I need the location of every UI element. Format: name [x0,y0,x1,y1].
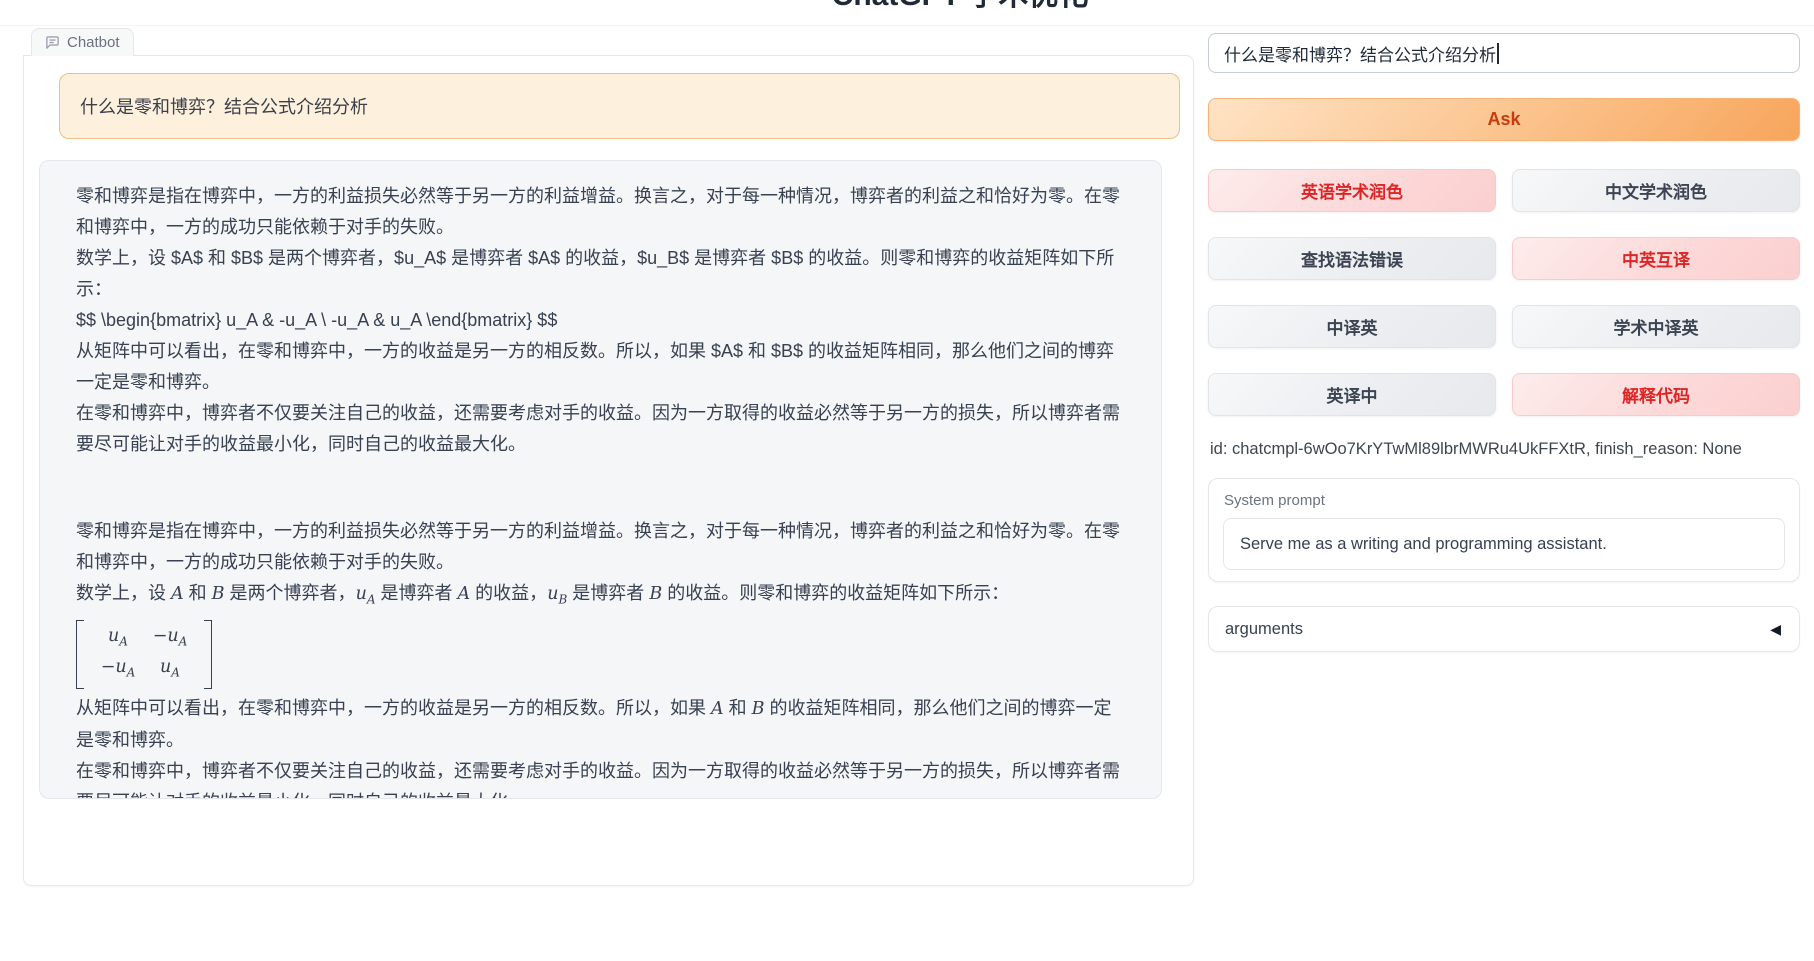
ask-button[interactable]: Ask [1208,98,1800,141]
chatbot-label-chip: Chatbot [31,28,134,56]
inline-math: uA [356,584,376,604]
chat-input-value: 什么是零和博弈？结合公式介绍分析 [1224,41,1496,66]
bot-message-line: 在零和博弈中，博弈者不仅要关注自己的收益，还需要考虑对手的收益。因为一方取得的收… [76,756,1125,800]
function-button[interactable]: 解释代码 [1512,373,1800,416]
top-divider [0,25,1814,26]
function-button-grid: 英语学术润色中文学术润色查找语法错误中英互译中译英学术中译英英译中解释代码 [1208,169,1800,416]
inline-math: A [458,584,471,604]
inline-math: B [752,699,765,719]
message-gap [76,460,1125,516]
matrix-row: −uA uA [92,654,196,686]
chat-input[interactable]: 什么是零和博弈？结合公式介绍分析 [1208,33,1800,73]
matrix-cell: uA [92,623,144,655]
matrix-row: uA −uA [92,623,196,655]
inline-math: −uA [101,657,136,677]
user-message-bubble: 什么是零和博弈？结合公式介绍分析 [59,73,1180,139]
matrix-bracket-left [76,620,84,689]
page-title: ChatGPT 学术优化 [106,0,1814,8]
matrix-body: uA −uA −uA uA [84,620,204,689]
inline-math: uA [160,657,180,677]
bot-message-bubble: 零和博弈是指在博弈中，一方的利益损失必然等于另一方的利益增益。换言之，对于每一种… [39,160,1162,799]
app: ChatGPT 学术优化 Chatbot 什么是零和博弈？结合公式介绍分析 零和… [0,0,1814,961]
chatbot-label: Chatbot [67,34,120,51]
bot-message-line: 零和博弈是指在博弈中，一方的利益损失必然等于另一方的利益增益。换言之，对于每一种… [76,516,1125,578]
function-button[interactable]: 英译中 [1208,373,1496,416]
system-prompt-input[interactable]: Serve me as a writing and programming as… [1223,518,1785,570]
function-button[interactable]: 中英互译 [1512,237,1800,280]
system-prompt-value: Serve me as a writing and programming as… [1240,535,1607,554]
system-prompt-box: System prompt Serve me as a writing and … [1208,478,1800,582]
collapse-arrow-icon: ◀ [1770,621,1781,638]
inline-math: B [212,584,225,604]
bot-message-line: 在零和博弈中，博弈者不仅要关注自己的收益，还需要考虑对手的收益。因为一方取得的收… [76,398,1125,460]
matrix-cell: −uA [144,623,196,655]
bot-message-rendered-latex: 零和博弈是指在博弈中，一方的利益损失必然等于另一方的利益增益。换言之，对于每一种… [76,516,1125,799]
bot-message-line: $$ \begin{bmatrix} u_A & -u_A \ -u_A & u… [76,305,1125,336]
bot-message-line: 从矩阵中可以看出，在零和博弈中，一方的收益是另一方的相反数。所以，如果 $A$ … [76,336,1125,398]
function-button[interactable]: 查找语法错误 [1208,237,1496,280]
bot-message-line: 从矩阵中可以看出，在零和博弈中，一方的收益是另一方的相反数。所以，如果 A 和 … [76,693,1125,756]
arguments-accordion[interactable]: arguments ◀ [1208,606,1800,652]
ask-button-label: Ask [1487,109,1520,130]
function-button[interactable]: 中文学术润色 [1512,169,1800,212]
inline-math: A [711,699,724,719]
bot-message-line: 数学上，设 A 和 B 是两个博弈者，uA 是博弈者 A 的收益，uB 是博弈者… [76,578,1125,616]
matrix-bracket-right [204,620,212,689]
user-message-text: 什么是零和博弈？结合公式介绍分析 [80,93,368,119]
inline-math: uB [547,584,567,604]
inline-math: uA [108,626,128,646]
function-button[interactable]: 英语学术润色 [1208,169,1496,212]
matrix-cell: uA [144,654,196,686]
chat-bubble-icon [45,35,60,50]
system-prompt-label: System prompt [1224,492,1799,509]
inline-math: −uA [153,626,188,646]
bot-message-line: 零和博弈是指在博弈中，一方的利益损失必然等于另一方的利益增益。换言之，对于每一种… [76,181,1125,243]
bot-message-line: 数学上，设 $A$ 和 $B$ 是两个博弈者，$u_A$ 是博弈者 $A$ 的收… [76,243,1125,305]
payoff-matrix: uA −uA −uA uA [76,620,212,689]
arguments-accordion-label: arguments [1225,620,1303,639]
function-button[interactable]: 学术中译英 [1512,305,1800,348]
inline-math: B [649,584,662,604]
text-caret [1497,43,1499,64]
matrix-cell: −uA [92,654,144,686]
bot-message-raw-latex: 零和博弈是指在博弈中，一方的利益损失必然等于另一方的利益增益。换言之，对于每一种… [76,181,1125,460]
chatbot-panel: 什么是零和博弈？结合公式介绍分析 零和博弈是指在博弈中，一方的利益损失必然等于另… [23,55,1194,886]
function-button[interactable]: 中译英 [1208,305,1496,348]
inline-math: A [171,584,184,604]
status-line: id: chatcmpl-6wOo7KrYTwMl89lbrMWRu4UkFFX… [1210,440,1802,459]
